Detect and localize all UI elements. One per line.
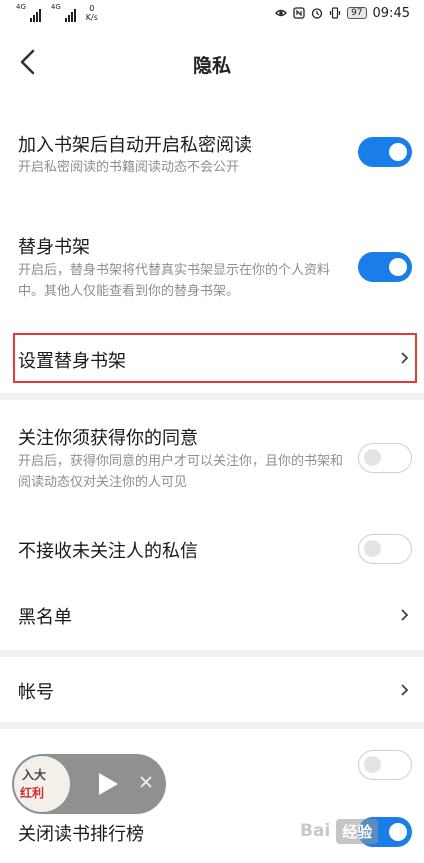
setting-account[interactable]: 帐号 [0, 664, 424, 714]
section-divider [0, 722, 424, 729]
network-speed: 0 K/s [86, 4, 98, 22]
setting-follow-consent: 关注你须获得你的同意 开启后，获得你同意的用户才可以关注你，且你的书架和阅读动态… [0, 412, 424, 496]
status-right: 97 09:45 [275, 4, 410, 22]
book-cover[interactable]: 入大 红利 [14, 756, 70, 812]
signal-icon [29, 8, 41, 22]
setting-description: 开启后，获得你同意的用户才可以关注你，且你的书架和阅读动态仅对关注你的人可见 [18, 454, 344, 490]
vibrate-icon [329, 7, 341, 19]
section-divider [0, 393, 424, 400]
setting-auto-private: 加入书架后自动开启私密阅读 开启私密阅读的书籍阅读动态不会公开 [0, 120, 424, 196]
status-left: 4G 4G 0 K/s [16, 4, 98, 22]
follow-consent-toggle[interactable] [358, 443, 412, 473]
page-title: 隐私 [192, 55, 231, 77]
play-icon[interactable] [96, 771, 120, 797]
setting-title: 关闭读书排行榜 [18, 824, 144, 845]
battery-indicator: 97 [347, 7, 367, 19]
sim1-tag: 4G [16, 3, 26, 11]
proxy-shelf-toggle[interactable] [358, 252, 412, 282]
setting-description: 开启私密阅读的书籍阅读动态不会公开 [18, 160, 240, 175]
page-header: 隐私 [0, 34, 424, 90]
watermark: Bai 经验 [300, 812, 410, 850]
setting-title: 黑名单 [18, 607, 72, 628]
setting-blacklist[interactable]: 黑名单 [0, 590, 424, 640]
sim2-tag: 4G [50, 3, 61, 11]
alarm-icon [311, 8, 323, 19]
status-bar: 4G 4G 0 K/s 97 09:45 [0, 0, 424, 26]
highlight-box [13, 333, 417, 383]
setting-title: 关注你须获得你的同意 [18, 428, 198, 449]
setting-proxy-shelf: 替身书架 开启后，替身书架将代替真实书架显示在你的个人资料中。其他人仅能查看到你… [0, 225, 424, 315]
floating-player[interactable]: 入大 红利 [12, 754, 166, 814]
setting-title: 帐号 [18, 682, 54, 703]
auto-private-toggle[interactable] [358, 137, 412, 167]
setting-reject-messages: 不接收未关注人的私信 [0, 520, 424, 576]
partial-toggle[interactable] [358, 750, 412, 780]
section-divider [0, 650, 424, 657]
setting-description: 开启后，替身书架将代替真实书架显示在你的个人资料中。其他人仅能查看到你的替身书架… [18, 263, 331, 299]
setting-title: 替身书架 [18, 237, 90, 258]
speed-unit: K/s [85, 13, 98, 22]
close-icon[interactable] [138, 774, 154, 790]
cover-text-1: 入大 [22, 768, 47, 782]
eye-icon [275, 9, 287, 17]
setting-title: 不接收未关注人的私信 [18, 541, 198, 562]
nfc-icon [293, 7, 305, 19]
chevron-right-icon [401, 609, 409, 621]
watermark-text: Bai [300, 821, 331, 841]
speed-value: 0 [89, 4, 95, 13]
clock: 09:45 [372, 5, 410, 21]
watermark-badge: 经验 [336, 818, 379, 844]
reject-messages-toggle[interactable] [358, 534, 412, 564]
setting-title: 加入书架后自动开启私密阅读 [18, 135, 252, 156]
cover-text-2: 红利 [20, 786, 45, 800]
signal-icon-2 [64, 8, 76, 22]
chevron-right-icon [401, 684, 409, 696]
